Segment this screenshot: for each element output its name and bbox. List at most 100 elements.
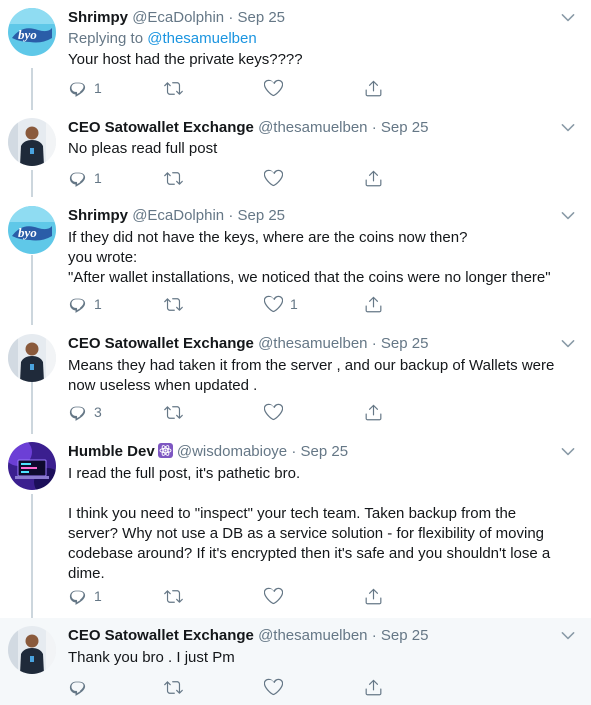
reply-count: 3 — [94, 404, 102, 420]
tweet[interactable]: Humble Dev @wisdomabioye · Sep 25 I read… — [0, 434, 591, 618]
reply-icon — [68, 169, 87, 188]
tweet-line: No pleas read full post — [68, 140, 218, 157]
retweet-button[interactable] — [164, 78, 190, 98]
tweet-text: Means they had taken it from the server … — [68, 356, 573, 396]
tweet-line: codebase around? If it's encrypted then … — [68, 545, 551, 562]
tweet-line: "After wallet installations, we noticed … — [68, 269, 551, 286]
like-button[interactable] — [264, 78, 290, 98]
reply-button[interactable]: 3 — [68, 402, 102, 422]
like-button[interactable] — [264, 677, 290, 697]
like-button[interactable] — [264, 402, 290, 422]
like-button[interactable] — [264, 168, 290, 188]
retweet-button[interactable] — [164, 294, 190, 314]
tweet-timestamp[interactable]: Sep 25 — [301, 443, 349, 460]
like-button[interactable] — [264, 586, 290, 606]
tweet-line: Your host had the private keys???? — [68, 51, 303, 68]
author-name[interactable]: Humble Dev — [68, 443, 155, 460]
chevron-down-icon[interactable] — [559, 627, 577, 645]
avatar[interactable] — [8, 442, 56, 490]
heart-icon — [264, 678, 283, 697]
like-count: 1 — [290, 296, 298, 312]
react-atom-icon — [157, 443, 173, 458]
share-button[interactable] — [364, 294, 383, 314]
tweet[interactable]: Shrimpy @EcaDolphin · Sep 25 If they did… — [0, 198, 591, 326]
tweet-text: Your host had the private keys???? — [68, 50, 573, 70]
share-icon — [364, 169, 383, 188]
retweet-icon — [164, 79, 183, 98]
share-button[interactable] — [364, 677, 383, 697]
tweet-timestamp[interactable]: Sep 25 — [237, 9, 285, 26]
separator-dot: · — [291, 443, 297, 460]
tweet[interactable]: CEO Satowallet Exchange @thesamuelben · … — [0, 110, 591, 198]
tweet[interactable]: CEO Satowallet Exchange @thesamuelben · … — [0, 618, 591, 705]
tweet-timestamp[interactable]: Sep 25 — [381, 335, 429, 352]
author-handle[interactable]: @thesamuelben — [258, 335, 367, 352]
tweet-line: dime. — [68, 565, 105, 582]
tweet[interactable]: CEO Satowallet Exchange @thesamuelben · … — [0, 326, 591, 434]
tweet-timestamp[interactable]: Sep 25 — [381, 119, 429, 136]
tweet-timestamp[interactable]: Sep 25 — [381, 627, 429, 644]
share-button[interactable] — [364, 168, 383, 188]
reply-button[interactable]: 1 — [68, 78, 102, 98]
retweet-icon — [164, 403, 183, 422]
tweet-line: you wrote: — [68, 249, 138, 266]
heart-icon — [264, 403, 283, 422]
retweet-button[interactable] — [164, 677, 190, 697]
avatar[interactable] — [8, 206, 56, 254]
tweet-timestamp[interactable]: Sep 25 — [237, 207, 285, 224]
author-name[interactable]: CEO Satowallet Exchange — [68, 119, 254, 136]
tweet-line: If they did not have the keys, where are… — [68, 229, 468, 246]
reply-button[interactable] — [68, 677, 94, 697]
author-handle[interactable]: @EcaDolphin — [132, 207, 224, 224]
avatar[interactable] — [8, 626, 56, 674]
tweet-text: Thank you bro . I just Pm — [68, 648, 573, 668]
author-handle[interactable]: @thesamuelben — [258, 627, 367, 644]
tweet-line: server? Why not use a DB as a service so… — [68, 525, 545, 542]
reply-button[interactable]: 1 — [68, 168, 102, 188]
share-icon — [364, 587, 383, 606]
reply-icon — [68, 587, 87, 606]
chevron-down-icon[interactable] — [559, 207, 577, 225]
reply-count: 1 — [94, 170, 102, 186]
author-name[interactable]: CEO Satowallet Exchange — [68, 335, 254, 352]
separator-dot: · — [371, 335, 377, 352]
separator-dot: · — [371, 119, 377, 136]
tweet[interactable]: Shrimpy @EcaDolphin · Sep 25 Replying to… — [0, 0, 591, 110]
like-button[interactable]: 1 — [264, 294, 298, 314]
author-handle[interactable]: @EcaDolphin — [132, 9, 224, 26]
chevron-down-icon[interactable] — [559, 443, 577, 461]
separator-dot: · — [371, 627, 377, 644]
heart-icon — [264, 79, 283, 98]
replying-handle-link[interactable]: @thesamuelben — [147, 30, 256, 47]
author-name[interactable]: Shrimpy — [68, 207, 128, 224]
chevron-down-icon[interactable] — [559, 9, 577, 27]
retweet-button[interactable] — [164, 168, 190, 188]
heart-icon — [264, 169, 283, 188]
share-button[interactable] — [364, 586, 383, 606]
avatar[interactable] — [8, 8, 56, 56]
author-name[interactable]: Shrimpy — [68, 9, 128, 26]
chevron-down-icon[interactable] — [559, 335, 577, 353]
avatar[interactable] — [8, 118, 56, 166]
share-button[interactable] — [364, 402, 383, 422]
replying-to: Replying to @thesamuelben — [68, 29, 257, 49]
author-handle[interactable]: @wisdomabioye — [177, 443, 287, 460]
retweet-button[interactable] — [164, 586, 190, 606]
retweet-button[interactable] — [164, 402, 190, 422]
tweet-line: I think you need to "inspect" your tech … — [68, 505, 517, 522]
heart-icon — [264, 295, 283, 314]
replying-prefix: Replying to — [68, 30, 144, 47]
tweet-line: now useless when updated . — [68, 377, 258, 394]
tweet-thread: Shrimpy @EcaDolphin · Sep 25 Replying to… — [0, 0, 591, 705]
tweet-line: Thank you bro . I just Pm — [68, 649, 235, 666]
chevron-down-icon[interactable] — [559, 119, 577, 137]
share-button[interactable] — [364, 78, 383, 98]
share-icon — [364, 295, 383, 314]
avatar[interactable] — [8, 334, 56, 382]
reply-button[interactable]: 1 — [68, 294, 102, 314]
author-name[interactable]: CEO Satowallet Exchange — [68, 627, 254, 644]
retweet-icon — [164, 587, 183, 606]
reply-button[interactable]: 1 — [68, 586, 102, 606]
author-handle[interactable]: @thesamuelben — [258, 119, 367, 136]
reply-icon — [68, 79, 87, 98]
